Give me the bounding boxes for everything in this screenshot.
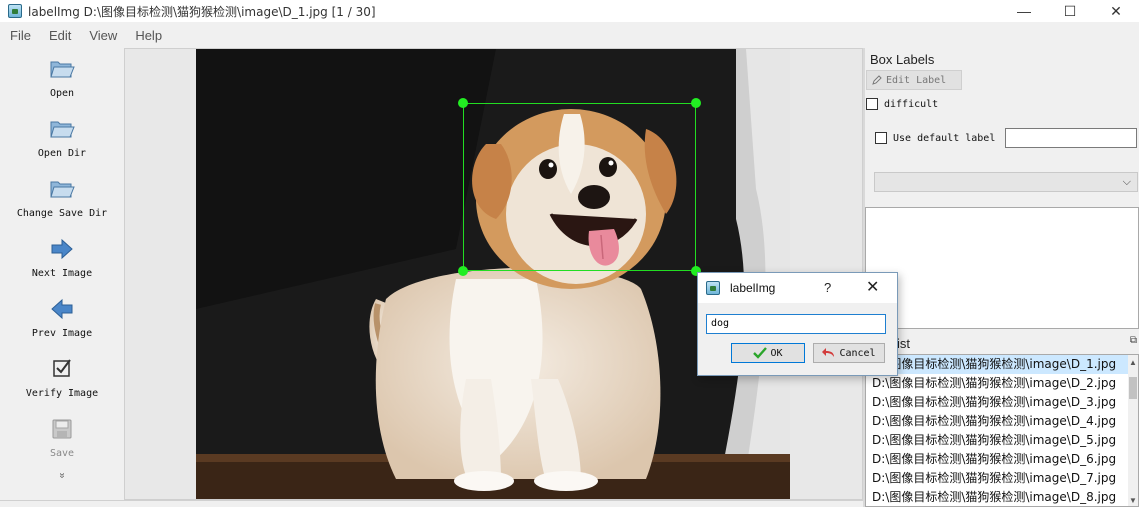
save-button[interactable]: Save	[4, 408, 120, 468]
folder-open-icon	[49, 116, 75, 142]
open-dir-label: Open Dir	[37, 148, 87, 159]
bbox-handle-top-left[interactable]	[458, 98, 468, 108]
float-dock-icon[interactable]: ⧉	[1130, 335, 1137, 346]
file-list-item[interactable]: D:\图像目标检测\猫狗猴检测\image\D_3.jpg	[866, 393, 1129, 412]
difficult-checkbox[interactable]	[866, 98, 878, 110]
minimize-button[interactable]: —	[1001, 0, 1047, 22]
save-label: Save	[49, 448, 75, 459]
checkbox-icon	[49, 356, 75, 382]
cancel-label: Cancel	[839, 347, 876, 359]
verify-image-button[interactable]: Verify Image	[4, 348, 120, 408]
scroll-down-icon[interactable]: ▼	[1129, 496, 1137, 505]
next-image-button[interactable]: Next Image	[4, 228, 120, 288]
menu-edit[interactable]: Edit	[39, 28, 79, 43]
file-list[interactable]: D:\图像目标检测\猫狗猴检测\image\D_1.jpg D:\图像目标检测\…	[865, 354, 1139, 507]
bbox-handle-bottom-left[interactable]	[458, 266, 468, 276]
label-input[interactable]: dog	[706, 314, 886, 334]
label-list[interactable]	[865, 207, 1139, 329]
use-default-label-checkbox[interactable]	[875, 132, 887, 144]
file-list-scrollbar[interactable]: ▲ ▼	[1128, 355, 1138, 506]
menu-file[interactable]: File	[0, 28, 39, 43]
save-icon	[49, 416, 75, 442]
chevron-down-icon: ⌵	[1122, 176, 1131, 188]
menu-view[interactable]: View	[79, 28, 125, 43]
bounding-box[interactable]	[458, 98, 701, 276]
labelimg-app-icon	[706, 281, 720, 295]
maximize-button[interactable]: ☐	[1047, 0, 1093, 22]
undo-arrow-icon	[822, 347, 836, 359]
edit-label-button[interactable]: Edit Label	[866, 70, 962, 90]
file-list-item[interactable]: D:\图像目标检测\猫狗猴检测\image\D_6.jpg	[866, 450, 1129, 469]
help-button[interactable]: ?	[824, 280, 831, 295]
folder-open-icon	[49, 176, 75, 202]
file-list-item[interactable]: D:\图像目标检测\猫狗猴检测\image\D_7.jpg	[866, 469, 1129, 488]
change-save-dir-button[interactable]: Change Save Dir	[4, 168, 120, 228]
use-default-label-row[interactable]: Use default label	[875, 132, 995, 144]
labelimg-app-icon	[8, 4, 22, 18]
file-list-item[interactable]: D:\图像目标检测\猫狗猴检测\image\D_2.jpg	[866, 374, 1129, 393]
box-labels-title: Box Labels	[870, 52, 935, 67]
difficult-label: difficult	[884, 98, 939, 110]
scroll-up-icon[interactable]: ▲	[1129, 358, 1137, 367]
left-toolbar: Open Open Dir Change Save Dir Next Image…	[4, 48, 120, 507]
label-combo-box[interactable]: ⌵	[874, 172, 1138, 192]
dialog-close-button[interactable]: ✕	[866, 277, 879, 297]
dialog-title-bar: labelImg ? ✕	[698, 273, 897, 303]
menu-help[interactable]: Help	[125, 28, 170, 43]
file-list-item[interactable]: D:\图像目标检测\猫狗猴检测\image\D_1.jpg	[866, 355, 1129, 374]
open-button[interactable]: Open	[4, 48, 120, 108]
use-default-label-text: Use default label	[893, 132, 996, 144]
scroll-thumb[interactable]	[1129, 377, 1137, 399]
cancel-button[interactable]: Cancel	[813, 343, 885, 363]
checkmark-icon	[753, 347, 768, 359]
verify-image-label: Verify Image	[25, 388, 99, 399]
status-bar	[0, 500, 863, 507]
menu-bar: File Edit View Help	[0, 26, 170, 44]
next-image-label: Next Image	[31, 268, 93, 279]
file-list-item[interactable]: D:\图像目标检测\猫狗猴检测\image\D_5.jpg	[866, 431, 1129, 450]
ok-button[interactable]: OK	[731, 343, 805, 363]
edit-label-text: Edit Label	[886, 74, 947, 86]
file-list-item[interactable]: D:\图像目标检测\猫狗猴检测\image\D_8.jpg	[866, 488, 1129, 506]
prev-image-label: Prev Image	[31, 328, 93, 339]
file-list-title: ist	[897, 335, 910, 351]
difficult-checkbox-row[interactable]: difficult	[866, 98, 938, 110]
open-dir-button[interactable]: Open Dir	[4, 108, 120, 168]
pencil-icon	[871, 74, 883, 86]
title-bar: labelImg D:\图像目标检测\猫狗猴检测\image\D_1.jpg […	[0, 0, 1139, 22]
dialog-title: labelImg	[730, 281, 776, 295]
toolbar-more-icon[interactable]: »	[57, 473, 68, 479]
prev-image-button[interactable]: Prev Image	[4, 288, 120, 348]
folder-open-icon	[49, 56, 75, 82]
window-title: labelImg D:\图像目标检测\猫狗猴检测\image\D_1.jpg […	[28, 4, 376, 19]
ok-label: OK	[770, 347, 783, 359]
bbox-handle-top-right[interactable]	[691, 98, 701, 108]
window-controls: — ☐ ✕	[1001, 0, 1139, 22]
change-save-dir-label: Change Save Dir	[16, 208, 108, 219]
arrow-right-icon	[49, 236, 75, 262]
arrow-left-icon	[49, 296, 75, 322]
open-label: Open	[49, 88, 75, 99]
file-list-header: ist ⧉	[865, 333, 1139, 353]
label-dialog: labelImg ? ✕ dog OK Cancel	[697, 272, 898, 376]
close-window-button[interactable]: ✕	[1093, 0, 1139, 22]
default-label-input[interactable]	[1005, 128, 1137, 148]
file-list-item[interactable]: D:\图像目标检测\猫狗猴检测\image\D_4.jpg	[866, 412, 1129, 431]
